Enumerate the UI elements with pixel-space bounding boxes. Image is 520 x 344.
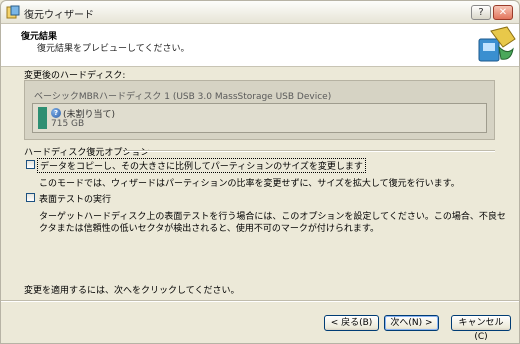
close-button[interactable]: ✕ [493,5,513,20]
proportional-resize-label[interactable]: データをコピーし、その大きさに比例してパーティションのサイズを変更します [37,158,366,173]
next-button[interactable]: 次へ(N) > [384,315,439,331]
partition-box[interactable]: ? (未割り当て) 715 GB [32,103,487,133]
question-icon: ? [51,108,61,118]
title-bar[interactable]: 復元ウィザード ? ✕ [1,1,519,24]
footer-divider [1,300,519,302]
wizard-app-icon [6,5,20,19]
disk-title: ベーシックMBRハードディスク 1 (USB 3.0 MassStorage U… [34,92,332,102]
disk-panel: ベーシックMBRハードディスク 1 (USB 3.0 MassStorage U… [24,80,495,140]
surface-test-checkbox[interactable] [26,193,35,202]
page-subtitle: 復元結果をプレビューしてください。 [37,44,190,54]
wizard-header: 復元結果 復元結果をプレビューしてください。 [1,24,519,67]
cancel-button[interactable]: キャンセル(C) [451,315,511,342]
partition-size: 715 GB [51,119,85,129]
wizard-window: 復元ウィザード ? ✕ 復元結果 復元結果をプレビューしてください。 変更後のハ… [0,0,520,344]
footer-instruction: 変更を適用するには、次へをクリックしてください。 [24,286,240,296]
surface-test-label[interactable]: 表面テストの実行 [39,192,111,205]
proportional-resize-description: このモードでは、ウィザードはパーティションの比率を変更せずに、サイズを拡大して復… [39,179,460,189]
wizard-logo-icon [478,26,516,62]
options-divider [125,150,495,152]
partition-color-bar [38,107,47,129]
help-button[interactable]: ? [471,5,491,20]
surface-test-description: ターゲットハードディスク上の表面テストを行う場合には、このオプションを設定してく… [39,212,506,234]
proportional-resize-checkbox[interactable] [26,160,35,169]
back-button[interactable]: < 戻る(B) [324,315,379,331]
window-title: 復元ウィザード [24,10,94,21]
